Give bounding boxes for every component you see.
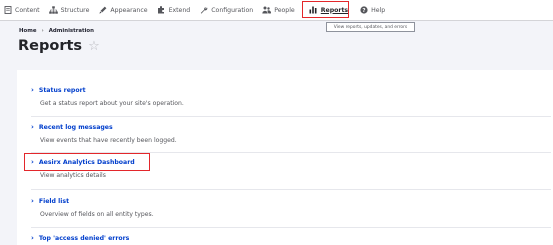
- top-access-denied-errors-label: Top 'access denied' errors: [38, 234, 130, 242]
- chevron-right-icon: ›: [31, 86, 34, 94]
- breadcrumb-separator: ›: [41, 28, 44, 34]
- field-list-link[interactable]: › Field list: [31, 197, 154, 205]
- reports-icon: [309, 6, 318, 15]
- aesirx-analytics-dashboard-link[interactable]: › Aesirx Analytics Dashboard: [31, 158, 135, 166]
- toolbar-label-content: Content: [15, 6, 40, 14]
- toolbar-item-content[interactable]: Content: [0, 0, 45, 20]
- toolbar-label-configuration: Configuration: [211, 6, 254, 14]
- breadcrumb-home[interactable]: Home: [19, 28, 37, 34]
- breadcrumb: Home › Administration: [19, 28, 94, 34]
- toolbar-item-structure[interactable]: Structure: [45, 0, 95, 20]
- recent-log-messages-link[interactable]: › Recent log messages: [31, 123, 177, 131]
- toolbar-label-reports: Reports: [320, 6, 349, 14]
- chevron-right-icon: ›: [31, 123, 34, 131]
- list-item-recent-log-messages: › Recent log messages View events that ha…: [31, 123, 177, 144]
- status-report-link[interactable]: › Status report: [31, 86, 184, 94]
- chevron-right-icon: ›: [31, 158, 34, 166]
- list-item-aesirx-analytics-dashboard: › Aesirx Analytics Dashboard View analyti…: [31, 158, 135, 179]
- divider: [31, 227, 551, 228]
- breadcrumb-administration[interactable]: Administration: [49, 28, 94, 34]
- toolbar-label-help: Help: [371, 6, 386, 14]
- toolbar-label-structure: Structure: [60, 6, 90, 14]
- top-access-denied-errors-link[interactable]: › Top 'access denied' errors: [31, 234, 129, 242]
- recent-log-messages-label: Recent log messages: [38, 123, 113, 131]
- list-item-status-report: › Status report Get a status report about…: [31, 86, 184, 107]
- toolbar-item-people[interactable]: People: [258, 0, 300, 20]
- page-title-text: Reports: [18, 38, 83, 54]
- toolbar-item-appearance[interactable]: Appearance: [94, 0, 152, 20]
- extend-icon: [157, 6, 166, 15]
- chevron-right-icon: ›: [31, 234, 34, 242]
- list-item-field-list: › Field list Overview of fields on all en…: [31, 197, 154, 218]
- list-item-top-access-denied-errors: › Top 'access denied' errors: [31, 234, 129, 242]
- people-icon: [262, 6, 272, 15]
- field-list-description: Overview of fields on all entity types.: [40, 211, 154, 218]
- toolbar-item-reports[interactable]: Reports: [300, 0, 353, 20]
- chevron-right-icon: ›: [31, 197, 34, 205]
- toolbar-label-people: People: [274, 6, 295, 14]
- status-report-description: Get a status report about your site's op…: [40, 100, 184, 107]
- aesirx-analytics-dashboard-description: View analytics details: [40, 172, 106, 179]
- page-title: Reports ☆: [18, 38, 100, 54]
- svg-text:?: ?: [362, 8, 365, 14]
- toolbar-label-appearance: Appearance: [110, 6, 148, 14]
- help-icon: ?: [359, 6, 368, 15]
- reports-tooltip: View reports, updates, and errors: [326, 22, 415, 32]
- admin-toolbar: Content Structure Appearance Extend Conf…: [0, 0, 553, 21]
- content-icon: [3, 6, 12, 15]
- structure-icon: [48, 6, 58, 15]
- field-list-label: Field list: [38, 197, 70, 205]
- recent-log-messages-description: View events that have recently been logg…: [40, 137, 177, 144]
- toolbar-item-configuration[interactable]: Configuration: [195, 0, 258, 20]
- divider: [31, 189, 551, 190]
- toolbar-item-extend[interactable]: Extend: [153, 0, 196, 20]
- appearance-icon: [98, 6, 107, 15]
- divider: [31, 116, 551, 117]
- star-icon[interactable]: ☆: [88, 39, 100, 54]
- status-report-label: Status report: [38, 86, 86, 94]
- divider: [31, 152, 551, 153]
- aesirx-analytics-dashboard-label: Aesirx Analytics Dashboard: [38, 158, 135, 166]
- configuration-icon: [199, 6, 208, 15]
- toolbar-label-extend: Extend: [168, 6, 191, 14]
- toolbar-item-help[interactable]: ? Help: [353, 0, 390, 20]
